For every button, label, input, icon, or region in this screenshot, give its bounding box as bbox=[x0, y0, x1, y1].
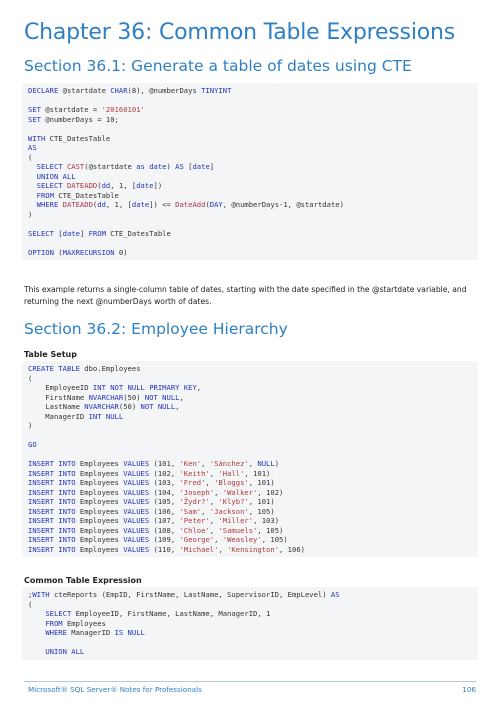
code-dates-line: SET @startdate = '20160101' bbox=[28, 105, 145, 114]
code-dates-line: DECLARE @startdate CHAR(8), @numberDays … bbox=[28, 86, 232, 95]
code-table-setup-line: INSERT INTO Employees VALUES (108, 'Chlo… bbox=[28, 525, 284, 535]
document-page: Chapter 36: Common Table Expressions Sec… bbox=[0, 0, 500, 707]
code-table-setup-line: ( bbox=[28, 373, 33, 383]
table-setup-label: Table Setup bbox=[24, 350, 77, 359]
code-table-setup-line: INSERT INTO Employees VALUES (107, 'Pete… bbox=[28, 516, 280, 525]
code-cte-line: ​ bbox=[28, 638, 472, 648]
code-dates-line: WITH CTE_DatesTable bbox=[28, 133, 111, 143]
section-title-36-1: Section 36.1: Generate a table of dates … bbox=[24, 57, 412, 75]
code-dates-line: ​ bbox=[28, 96, 472, 106]
code-table-setup-line: ​ bbox=[28, 431, 472, 441]
code-table-setup-line: INSERT INTO Employees VALUES (106, 'Sam'… bbox=[28, 506, 275, 516]
code-table-setup-line: INSERT INTO Employees VALUES (110, 'Mich… bbox=[28, 544, 305, 554]
footer-book-title: Microsoft® SQL Server® Notes for Profess… bbox=[28, 685, 202, 694]
code-dates-line: SELECT DATEADD(dd, 1, [date]) bbox=[36, 181, 163, 190]
code-table-setup-line: INSERT INTO Employees VALUES (103, 'Fred… bbox=[28, 478, 275, 487]
code-block-dates-cte: DECLARE @startdate CHAR(8), @numberDays … bbox=[22, 83, 478, 260]
code-dates-line: SET @numberDays = 10; bbox=[28, 114, 119, 124]
section1-paragraph: This example returns a single-column tab… bbox=[24, 285, 467, 306]
footer-page-number: 106 bbox=[462, 685, 476, 694]
code-table-setup-line: CREATE TABLE dbo.Employees bbox=[28, 364, 141, 373]
code-block-table-setup: CREATE TABLE dbo.Employees( EmployeeID I… bbox=[22, 361, 478, 557]
code-dates-line: ​ bbox=[28, 219, 472, 229]
code-cte-line: WHERE ManagerID IS NULL bbox=[45, 628, 145, 637]
code-table-setup-line: INSERT INTO Employees VALUES (102, 'Keit… bbox=[28, 468, 271, 478]
code-table-setup-line: EmployeeID INT NOT NULL PRIMARY KEY, bbox=[28, 383, 202, 392]
code-dates-line: WHERE DATEADD(dd, 1, [date]) <= DateAdd(… bbox=[36, 200, 344, 209]
code-dates-line: ​ bbox=[28, 238, 472, 248]
code-dates-line: UNION ALL bbox=[36, 171, 76, 181]
code-cte-line: FROM Employees bbox=[45, 618, 106, 628]
code-dates-line: OPTION (MAXRECURSION 0) bbox=[28, 247, 128, 257]
code-table-setup-line: ​ bbox=[28, 450, 472, 460]
cte-label: Common Table Expression bbox=[24, 576, 142, 585]
code-dates-line: ) bbox=[28, 209, 33, 219]
code-dates-line: ​ bbox=[28, 124, 472, 134]
code-cte-line: ( bbox=[28, 599, 33, 609]
code-table-setup-line: FirstName NVARCHAR(50) NOT NULL, bbox=[28, 392, 184, 402]
code-dates-line: ( bbox=[28, 152, 33, 162]
code-dates-line: SELECT [date] FROM CTE_DatesTable bbox=[28, 228, 171, 238]
code-table-setup-line: INSERT INTO Employees VALUES (104, 'Jose… bbox=[28, 487, 284, 497]
code-cte-line: SELECT EmployeeID, FirstName, LastName, … bbox=[45, 609, 271, 618]
section-title-36-2: Section 36.2: Employee Hierarchy bbox=[24, 320, 288, 338]
code-dates-line: AS bbox=[28, 143, 37, 152]
code-table-setup-line: INSERT INTO Employees VALUES (109, 'Geor… bbox=[28, 535, 288, 544]
code-dates-line: SELECT CAST(@startdate as date) AS [date… bbox=[36, 162, 215, 171]
chapter-title: Chapter 36: Common Table Expressions bbox=[24, 20, 455, 45]
code-table-setup-line: ) bbox=[28, 421, 33, 430]
code-table-setup-line: GO bbox=[28, 440, 37, 449]
code-block-cte: ;WITH cteReports (EmpID, FirstName, Last… bbox=[22, 587, 478, 660]
code-table-setup-line: INSERT INTO Employees VALUES (101, 'Ken'… bbox=[28, 459, 280, 468]
code-table-setup-line: ManagerID INT NULL bbox=[28, 411, 124, 421]
code-table-setup-line: INSERT INTO Employees VALUES (105, 'Žydr… bbox=[28, 497, 275, 506]
code-dates-line: FROM CTE_DatesTable bbox=[36, 190, 119, 200]
footer-divider bbox=[24, 681, 476, 682]
code-cte-line: ;WITH cteReports (EmpID, FirstName, Last… bbox=[28, 590, 340, 599]
code-cte-line: UNION ALL bbox=[45, 647, 85, 656]
code-table-setup-line: LastName NVARCHAR(50) NOT NULL, bbox=[28, 402, 180, 411]
